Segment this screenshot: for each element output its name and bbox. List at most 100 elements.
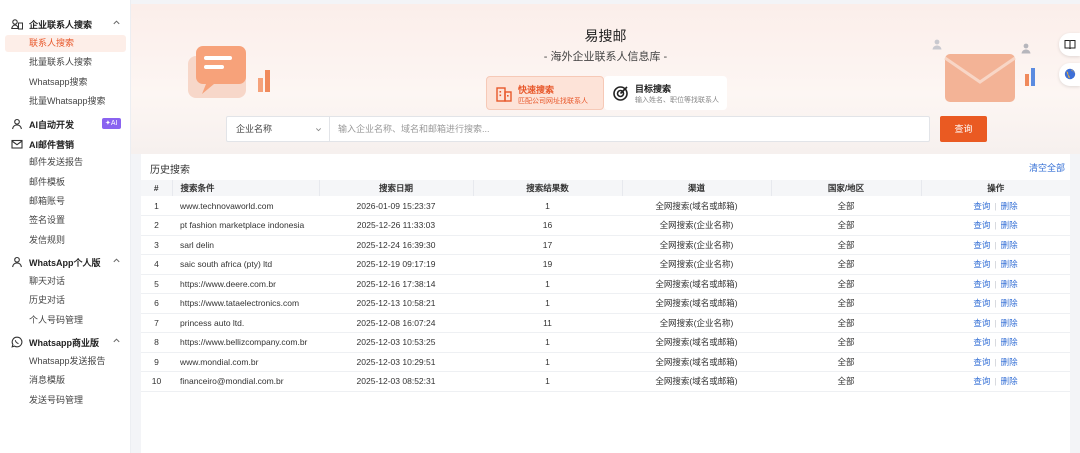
- sidebar-item-contact-search[interactable]: 联系人搜索: [5, 35, 126, 52]
- delete-link[interactable]: 删除: [1001, 201, 1018, 211]
- globe-icon: [1064, 68, 1076, 80]
- row-region: 全部: [771, 274, 921, 294]
- sidebar-section-ai-auto-dev[interactable]: AI自动开发 ✦AI: [0, 115, 131, 133]
- row-actions: 查询 | 删除: [921, 215, 1070, 236]
- query-link[interactable]: 查询: [973, 298, 990, 308]
- delete-link[interactable]: 删除: [1001, 240, 1018, 250]
- delete-link[interactable]: 删除: [1001, 259, 1018, 269]
- query-link[interactable]: 查询: [973, 337, 990, 347]
- row-query: princess auto ltd.: [172, 313, 319, 333]
- sidebar-item-mail-template[interactable]: 邮件模板: [5, 174, 126, 191]
- row-channel: 全网搜索(企业名称): [622, 313, 771, 333]
- query-link[interactable]: 查询: [973, 201, 990, 211]
- row-channel: 全网搜索(域名或邮箱): [622, 332, 771, 353]
- search-type-value: 企业名称: [236, 124, 273, 134]
- sidebar-item-sender-numbers[interactable]: 发送号码管理: [5, 392, 126, 409]
- clear-all-link[interactable]: 清空全部: [1029, 161, 1065, 174]
- delete-link[interactable]: 删除: [1001, 357, 1018, 367]
- globe-tool-button[interactable]: [1059, 63, 1080, 86]
- delete-link[interactable]: 删除: [1001, 318, 1018, 328]
- row-query: https://www.deere.com.br: [172, 274, 319, 294]
- sidebar-section-whatsapp-business[interactable]: Whatsapp商业版: [0, 333, 131, 351]
- row-region: 全部: [771, 352, 921, 372]
- delete-link[interactable]: 删除: [1001, 298, 1018, 308]
- row-number: 10: [141, 371, 172, 392]
- book-tool-button[interactable]: [1059, 33, 1080, 56]
- row-channel: 全网搜索(企业名称): [622, 215, 771, 236]
- row-region: 全部: [771, 371, 921, 392]
- query-link[interactable]: 查询: [973, 240, 990, 250]
- sidebar-item-whatsapp-report[interactable]: Whatsapp发送报告: [5, 353, 126, 370]
- sidebar-section-whatsapp-personal[interactable]: WhatsApp个人版: [0, 253, 131, 271]
- table-row: 1 www.technovaworld.com 2026-01-09 15:23:3…: [141, 196, 1070, 216]
- sidebar-item-signature[interactable]: 签名设置: [5, 212, 126, 229]
- main-content: 易搜邮 - 海外企业联系人信息库 - 快速搜索 匹配公司网址找联系人 目标搜索 …: [131, 0, 1080, 453]
- query-link[interactable]: 查询: [973, 357, 990, 367]
- sidebar-section-ai-mail[interactable]: AI邮件营销: [0, 135, 131, 153]
- row-count: 1: [473, 371, 622, 392]
- row-query: https://www.bellizcompany.com.br: [172, 332, 319, 353]
- query-link[interactable]: 查询: [973, 259, 990, 269]
- table-row: 9 www.mondial.com.br 2025-12-03 10:29:51 1 全…: [141, 352, 1070, 372]
- query-link[interactable]: 查询: [973, 220, 990, 230]
- delete-link[interactable]: 删除: [1001, 376, 1018, 386]
- sidebar-item-batch-contact-search[interactable]: 批量联系人搜索: [5, 54, 126, 71]
- row-count: 1: [473, 274, 622, 294]
- table-row: 10 financeiro@mondial.com.br 2025-12-03 08…: [141, 371, 1070, 392]
- row-channel: 全网搜索(企业名称): [622, 254, 771, 275]
- quick-search-tab[interactable]: 快速搜索 匹配公司网址找联系人: [486, 76, 604, 110]
- table-row: 2 pt fashion marketplace indonesia 2025-12…: [141, 215, 1070, 236]
- history-title: 历史搜索: [150, 165, 190, 176]
- chevron-up-icon: [113, 258, 120, 263]
- search-type-select[interactable]: 企业名称: [227, 117, 330, 141]
- action-separator: |: [994, 278, 997, 289]
- target-search-tab[interactable]: 目标搜索 输入姓名、职位等找联系人: [604, 76, 727, 110]
- column-header: 搜索条件: [172, 180, 320, 196]
- sidebar-item-batch-whatsapp-search[interactable]: 批量Whatsapp搜索: [5, 93, 126, 110]
- chevron-up-icon: [113, 338, 120, 343]
- sidebar-item-chat-history[interactable]: 历史对话: [5, 292, 126, 309]
- book-icon: [1064, 40, 1076, 50]
- action-separator: |: [994, 337, 997, 348]
- row-channel: 全网搜索(企业名称): [622, 235, 771, 255]
- column-header: #: [141, 180, 173, 196]
- chevron-up-icon: [113, 20, 120, 25]
- row-actions: 查询 | 删除: [921, 235, 1070, 255]
- history-panel: 历史搜索 清空全部 # 搜索条件 搜索日期 搜索结果数 渠道 国家/地区 操作 …: [141, 154, 1070, 453]
- row-actions: 查询 | 删除: [921, 313, 1070, 333]
- row-query: pt fashion marketplace indonesia: [172, 215, 319, 236]
- query-link[interactable]: 查询: [973, 376, 990, 386]
- row-query: www.technovaworld.com: [172, 196, 319, 216]
- row-channel: 全网搜索(域名或邮箱): [622, 371, 771, 392]
- row-date: 2025-12-08 16:07:24: [319, 313, 473, 333]
- search-input[interactable]: [331, 117, 929, 141]
- sidebar-item-mail-account[interactable]: 邮箱账号: [5, 193, 126, 210]
- query-link[interactable]: 查询: [973, 279, 990, 289]
- sidebar-item-chat[interactable]: 聊天对话: [5, 273, 126, 290]
- delete-link[interactable]: 删除: [1001, 279, 1018, 289]
- sidebar-item-message-template[interactable]: 消息模版: [5, 372, 126, 389]
- row-number: 1: [141, 196, 172, 216]
- row-number: 9: [141, 352, 172, 372]
- action-separator: |: [994, 317, 997, 328]
- row-channel: 全网搜索(域名或邮箱): [622, 293, 771, 314]
- sidebar-section-title: AI邮件营销: [29, 139, 75, 150]
- sidebar-section-contact-search[interactable]: 企业联系人搜索: [0, 15, 131, 33]
- sidebar-item-mail-report[interactable]: 邮件发送报告: [5, 154, 126, 171]
- table-row: 3 sarl delin 2025-12-24 16:39:30 17 全网搜索(企业名…: [141, 235, 1070, 255]
- sidebar-item-whatsapp-search[interactable]: Whatsapp搜索: [5, 74, 126, 91]
- action-separator: |: [994, 298, 997, 309]
- search-button[interactable]: 查询: [940, 116, 987, 142]
- query-link[interactable]: 查询: [973, 318, 990, 328]
- delete-link[interactable]: 删除: [1001, 220, 1018, 230]
- delete-link[interactable]: 删除: [1001, 337, 1018, 347]
- sidebar-item-personal-numbers[interactable]: 个人号码管理: [5, 312, 126, 329]
- target-search-title: 目标搜索: [635, 84, 672, 94]
- row-region: 全部: [771, 332, 921, 353]
- sidebar-item-send-rules[interactable]: 发信规则: [5, 232, 126, 249]
- target-icon: [613, 86, 628, 101]
- table-row: 6 https://www.tataelectronics.com 2025-12-…: [141, 293, 1070, 314]
- row-actions: 查询 | 删除: [921, 254, 1070, 275]
- row-actions: 查询 | 删除: [921, 196, 1070, 216]
- row-date: 2025-12-24 16:39:30: [319, 235, 473, 255]
